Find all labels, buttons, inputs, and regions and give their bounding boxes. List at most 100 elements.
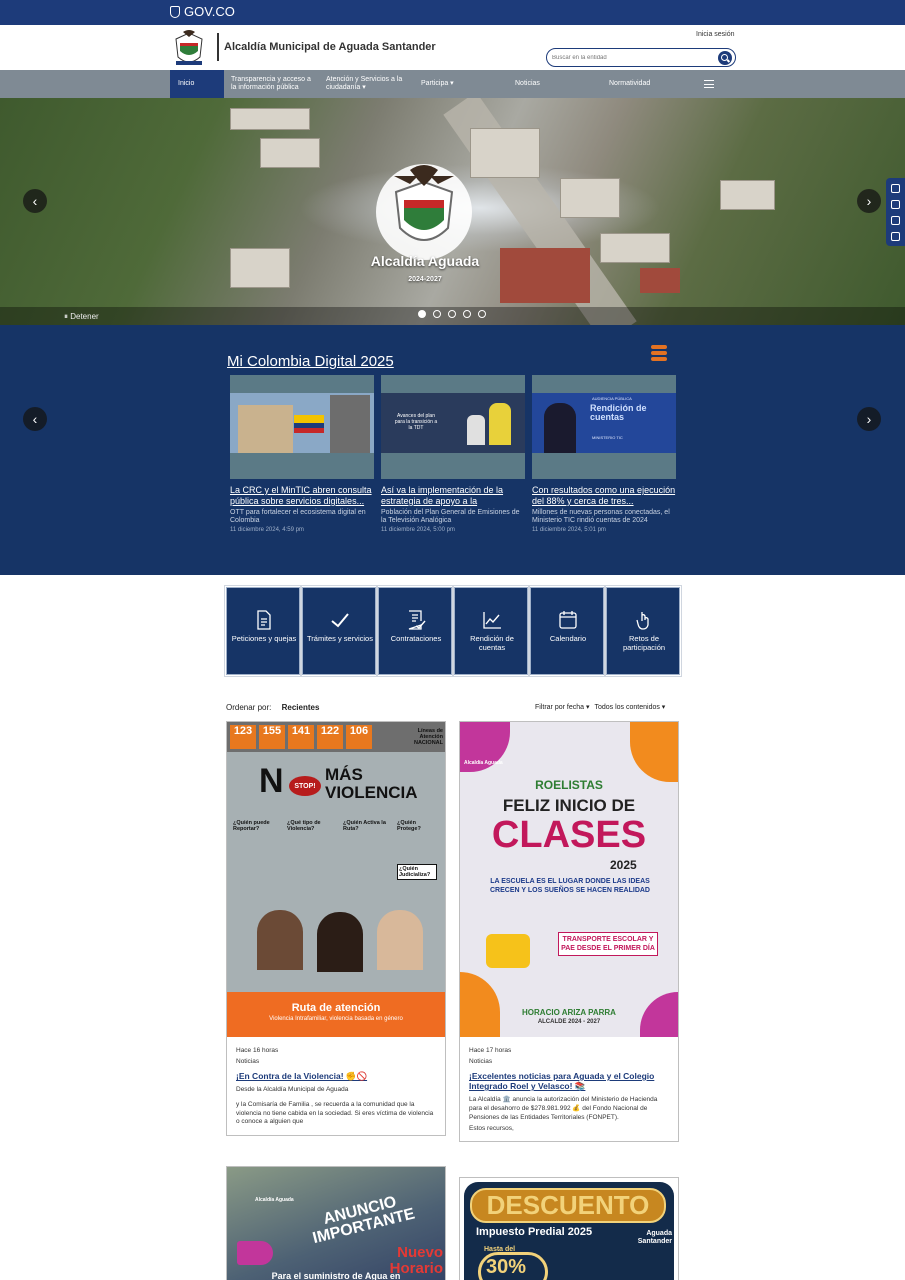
poster-line: ANUNCIO IMPORTANTE bbox=[311, 1193, 417, 1248]
quick-link-peticiones[interactable]: Peticiones y quejas bbox=[224, 585, 302, 677]
post-meta: Hace 16 horas Noticias bbox=[227, 1037, 445, 1065]
quick-link-contrataciones[interactable]: Contrataciones bbox=[376, 585, 454, 677]
carousel-stop-button[interactable]: ⏸ Detener bbox=[64, 312, 99, 322]
quick-link-retos[interactable]: Retos de participación bbox=[604, 585, 682, 677]
quick-link-label: Retos de participación bbox=[622, 634, 666, 652]
post-image: Alcaldía Aguada ANUNCIO IMPORTANTE Nuevo… bbox=[227, 1167, 445, 1280]
news-card-desc: Millones de nuevas personas conectadas, … bbox=[532, 508, 670, 524]
hero-building bbox=[230, 108, 310, 130]
search-input[interactable] bbox=[552, 52, 712, 64]
hero-next-button[interactable]: › bbox=[857, 189, 881, 213]
hero-crest-logo bbox=[376, 164, 472, 260]
hotline-number: 106 bbox=[346, 725, 372, 749]
news-card-headline[interactable]: Así va la implementación de la estrategi… bbox=[381, 485, 525, 507]
carousel-dot[interactable] bbox=[448, 310, 456, 318]
post-body-line: Desde la Alcaldía Municipal de Aguada bbox=[236, 1086, 349, 1094]
carousel-dot[interactable] bbox=[433, 310, 441, 318]
poster-question: ¿Quién Activa la Ruta? bbox=[343, 820, 386, 832]
post-card[interactable]: 123 155 141 122 106 Líneas de Atención N… bbox=[226, 721, 446, 1137]
post-card[interactable]: Alcaldía Aguada ROELISTAS FELIZ INICIO D… bbox=[459, 721, 679, 1143]
carousel-dots bbox=[418, 310, 486, 318]
post-body-line: Estos recursos, bbox=[469, 1124, 514, 1132]
news-card-headline[interactable]: La CRC y el MinTIC abren consulta públic… bbox=[230, 485, 374, 507]
search-box bbox=[546, 48, 736, 67]
quick-link-tramites[interactable]: Trámites y servicios bbox=[300, 585, 378, 677]
hero-building bbox=[720, 180, 775, 210]
poster-line: LA ESCUELA ES EL LUGAR DONDE LAS IDEAS C… bbox=[490, 878, 650, 894]
post-image: Alcaldía Aguada ROELISTAS FELIZ INICIO D… bbox=[460, 722, 678, 1037]
login-link[interactable]: Inicia sesión bbox=[696, 31, 735, 38]
carousel-dot[interactable] bbox=[418, 310, 426, 318]
govco-shield-icon bbox=[170, 5, 180, 18]
menu-icon[interactable] bbox=[704, 80, 714, 88]
font-increase-icon[interactable] bbox=[891, 200, 900, 209]
govco-logo[interactable]: GOV.CO bbox=[170, 4, 235, 19]
news-card-image bbox=[230, 375, 374, 479]
hero-building bbox=[600, 233, 670, 263]
nav-item-noticias[interactable]: Noticias bbox=[515, 70, 565, 98]
digital-section-title[interactable]: Mi Colombia Digital 2025 bbox=[227, 353, 394, 370]
nav-item-inicio[interactable]: Inicio bbox=[170, 70, 224, 98]
accessibility-bar bbox=[886, 178, 905, 246]
search-icon[interactable] bbox=[718, 51, 732, 65]
poster-brand: Alcaldía Aguada bbox=[464, 760, 503, 766]
poster-question: ¿Qué tipo de Violencia? bbox=[287, 820, 321, 832]
quick-link-label: Rendición de cuentas bbox=[470, 634, 514, 652]
hotline-number: 123 bbox=[230, 725, 256, 749]
digital-news-card[interactable]: AUDIENCIA PÚBLICA Rendición de cuentas M… bbox=[532, 375, 676, 533]
nav-item-normatividad[interactable]: Normatividad bbox=[609, 70, 669, 98]
post-category[interactable]: Noticias bbox=[469, 1058, 669, 1065]
post-title[interactable]: ¡En Contra de la Violencia! ✊🚫 bbox=[227, 1069, 445, 1081]
hotline-number: 141 bbox=[288, 725, 314, 749]
quick-link-calendario[interactable]: Calendario bbox=[528, 585, 606, 677]
poster-line: Impuesto Predial 2025 bbox=[476, 1226, 593, 1238]
poster-line: FELIZ INICIO DE bbox=[502, 796, 636, 815]
poster-line: CLASES bbox=[491, 814, 647, 856]
contract-icon bbox=[408, 610, 426, 630]
hero-prev-button[interactable]: ‹ bbox=[23, 189, 47, 213]
gov-bar: GOV.CO bbox=[0, 0, 905, 23]
site-title[interactable]: Alcaldía Municipal de Aguada Santander bbox=[224, 41, 436, 53]
post-body-line: y la Comisaría de Familia , se recuerda … bbox=[236, 1100, 434, 1126]
digital-prev-button[interactable]: ‹ bbox=[23, 407, 47, 431]
post-card[interactable]: DESCUENTO Impuesto Predial 2025 Aguada S… bbox=[459, 1177, 679, 1280]
contrast-icon[interactable] bbox=[891, 184, 900, 193]
news-card-headline[interactable]: Con resultados como una ejecución del 88… bbox=[532, 485, 676, 507]
hero-roof bbox=[640, 268, 680, 293]
chart-icon bbox=[483, 612, 501, 629]
news-card-date: 11 diciembre 2024, 5:01 pm bbox=[532, 527, 606, 534]
poster-headline: MÁS VIOLENCIA bbox=[325, 765, 418, 802]
carousel-dot[interactable] bbox=[478, 310, 486, 318]
relay-icon[interactable] bbox=[891, 232, 900, 241]
font-decrease-icon[interactable] bbox=[891, 216, 900, 225]
nav-item-participa[interactable]: Participa ▾ bbox=[421, 70, 471, 98]
sort-label: Ordenar por: bbox=[226, 703, 272, 712]
poster-question: ¿Quién puede Reportar? bbox=[233, 820, 270, 832]
quick-link-rendicion[interactable]: Rendición de cuentas bbox=[452, 585, 530, 677]
digital-next-button[interactable]: › bbox=[857, 407, 881, 431]
post-card[interactable]: Alcaldía Aguada ANUNCIO IMPORTANTE Nuevo… bbox=[226, 1166, 446, 1280]
hotline-number: 122 bbox=[317, 725, 343, 749]
date-filter-dropdown[interactable]: Filtrar por fecha ▾ bbox=[535, 703, 589, 711]
post-category[interactable]: Noticias bbox=[236, 1058, 436, 1065]
sort-value[interactable]: Recientes bbox=[282, 703, 320, 712]
carousel-dot[interactable] bbox=[463, 310, 471, 318]
news-card-image-text: Avances del plan para la transición a la… bbox=[394, 413, 438, 431]
hand-icon bbox=[636, 612, 649, 630]
post-title[interactable]: ¡Excelentes noticias para Aguada y el Co… bbox=[460, 1069, 678, 1091]
digital-news-card[interactable]: La CRC y el MinTIC abren consulta públic… bbox=[230, 375, 374, 533]
poster-brand: Alcaldía Aguada bbox=[255, 1197, 294, 1203]
hero-building bbox=[560, 178, 620, 218]
poster-line: DESCUENTO bbox=[470, 1188, 666, 1223]
poster-footer-title: Ruta de atención bbox=[291, 1002, 381, 1014]
post-body-line: La Alcaldía 🏛️ anuncia la autorización d… bbox=[469, 1096, 658, 1121]
nav-item-atencion[interactable]: Atención y Servicios a la ciudadanía ▾ bbox=[326, 70, 411, 98]
poster-question: ¿Quién Protege? bbox=[397, 820, 421, 832]
sort-control: Ordenar por: Recientes bbox=[226, 703, 319, 712]
news-card-image-sub: MINISTERIO TIC bbox=[592, 435, 623, 440]
chevron-left-icon: ‹ bbox=[32, 411, 38, 427]
digital-news-card[interactable]: Avances del plan para la transición a la… bbox=[381, 375, 525, 533]
nav-item-transparencia[interactable]: Transparencia y acceso a la información … bbox=[231, 70, 316, 98]
content-filter-dropdown[interactable]: Todos los contenidos ▾ bbox=[594, 703, 665, 711]
municipal-crest-logo[interactable] bbox=[172, 29, 206, 67]
